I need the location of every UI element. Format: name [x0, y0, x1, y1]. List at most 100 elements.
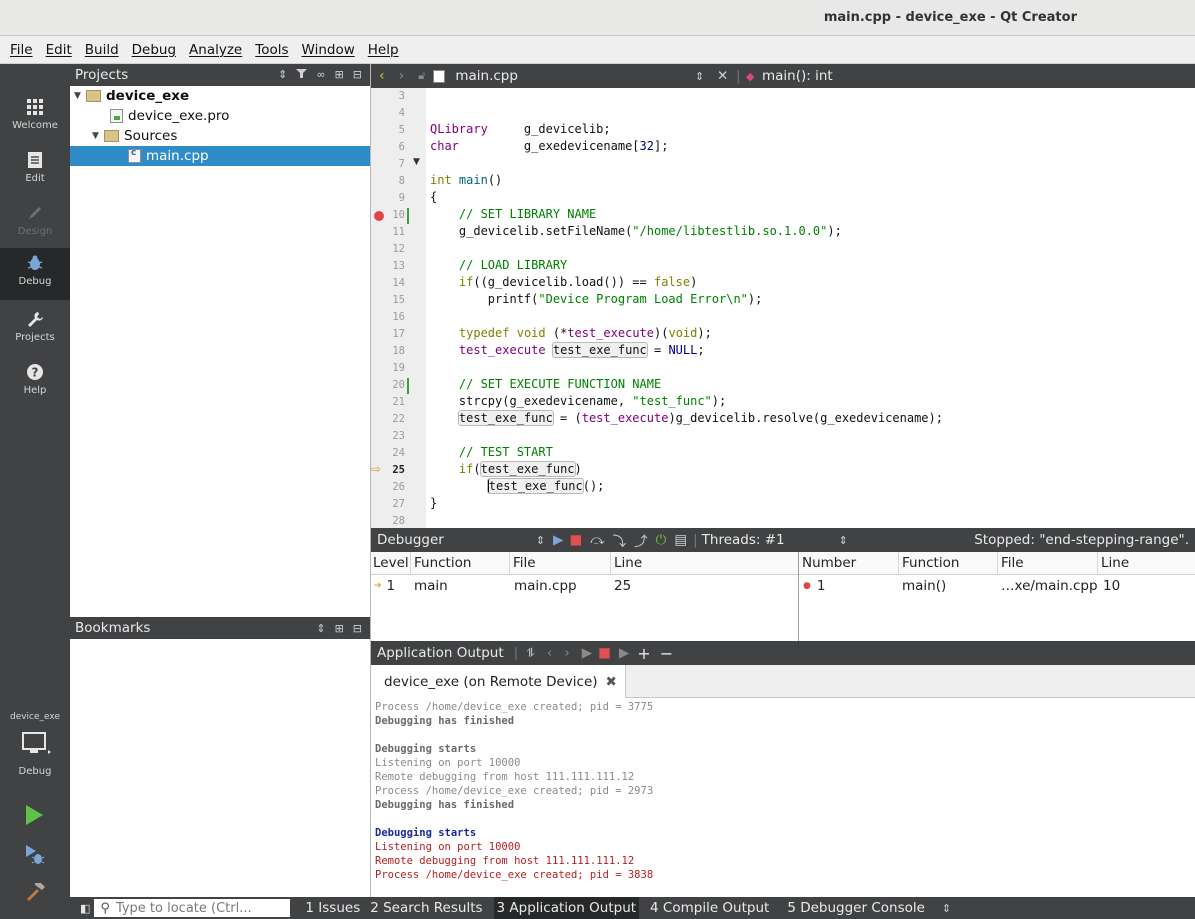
breakpoint-marker-icon[interactable]: [374, 211, 384, 221]
split-icon[interactable]: ⊞: [335, 622, 344, 635]
line-number[interactable]: 7: [371, 158, 405, 170]
col-number[interactable]: Number: [799, 552, 899, 574]
breakpoint-row[interactable]: ● 1 main() …xe/main.cpp 10: [799, 575, 1195, 597]
updown-arrows-icon[interactable]: ⇕: [942, 902, 951, 915]
mode-projects[interactable]: Projects: [0, 304, 70, 356]
continue-debug-icon[interactable]: ▶︎: [553, 532, 563, 548]
menu-edit[interactable]: Edit: [46, 42, 72, 58]
line-number[interactable]: 24: [371, 447, 405, 459]
mode-design[interactable]: Design: [0, 198, 70, 250]
toggle-sidebar-icon[interactable]: ◧: [80, 902, 90, 915]
col-function[interactable]: Function: [899, 552, 998, 574]
line-number[interactable]: 20: [371, 379, 405, 391]
locator-input[interactable]: ⚲ Type to locate (Ctrl...: [94, 899, 291, 917]
line-number[interactable]: 6: [371, 141, 405, 153]
expand-arrow-icon[interactable]: ▼: [74, 91, 86, 101]
col-function[interactable]: Function: [411, 552, 510, 574]
line-number[interactable]: 27: [371, 498, 405, 510]
attach-icon[interactable]: ⥮: [526, 646, 535, 661]
line-number[interactable]: 5: [371, 124, 405, 136]
menu-window[interactable]: Window: [302, 42, 355, 58]
code-line[interactable]: strcpy(g_exedevicename, "test_func");: [430, 394, 726, 408]
menu-debug[interactable]: Debug: [132, 42, 176, 58]
run-icon[interactable]: [24, 804, 44, 830]
updown-arrows-icon[interactable]: ⇕: [316, 622, 325, 635]
line-number[interactable]: 14: [371, 277, 405, 289]
menu-help[interactable]: Help: [368, 42, 399, 58]
forward-arrow-icon[interactable]: ›: [399, 68, 405, 84]
output-tab[interactable]: device_exe (on Remote Device) ✖: [371, 665, 626, 698]
code-line[interactable]: if(test_exe_func): [430, 461, 582, 477]
code-line[interactable]: {: [430, 190, 437, 204]
prev-output-icon[interactable]: ‹: [547, 645, 552, 661]
step-over-icon[interactable]: ⤼: [590, 532, 604, 548]
monitor-icon[interactable]: [22, 732, 52, 762]
filter-icon[interactable]: [296, 68, 308, 82]
expand-arrow-icon[interactable]: ▼: [92, 131, 104, 141]
col-file[interactable]: File: [998, 552, 1098, 574]
line-number[interactable]: 12: [371, 243, 405, 255]
line-number-gutter[interactable]: 3 4 5 6 7 ▼ 8 9 10 11 12 13 14 15 16 17 18 19 20 21 22 23 24 25…: [371, 88, 426, 528]
line-number[interactable]: 21: [371, 396, 405, 408]
line-number[interactable]: 13: [371, 260, 405, 272]
tab-compile-output[interactable]: 4 Compile Output: [647, 897, 772, 919]
editor-file-name[interactable]: main.cpp: [455, 68, 518, 84]
code-line[interactable]: // LOAD LIBRARY: [430, 258, 567, 272]
close-tab-icon[interactable]: ✖: [606, 674, 617, 690]
mode-debug[interactable]: Debug: [0, 248, 70, 300]
tree-item-sources[interactable]: ▼ Sources: [70, 126, 370, 146]
line-number[interactable]: 8: [371, 175, 405, 187]
line-number[interactable]: 28: [371, 515, 405, 527]
tree-item-main-cpp[interactable]: main.cpp: [70, 146, 370, 166]
output-text[interactable]: Process /home/device_exe created; pid = …: [371, 698, 1195, 882]
col-line[interactable]: Line: [1098, 552, 1195, 574]
line-number[interactable]: 22: [371, 413, 405, 425]
mode-welcome[interactable]: Welcome: [0, 92, 70, 144]
code-line[interactable]: // TEST START: [430, 445, 553, 459]
code-line[interactable]: if((g_devicelib.load()) == false): [430, 275, 697, 289]
line-number[interactable]: 11: [371, 226, 405, 238]
stop-debug-icon[interactable]: ■: [569, 532, 582, 548]
tree-item-project[interactable]: ▼ device_exe: [70, 86, 370, 106]
instruction-mode-icon[interactable]: ▤: [674, 532, 687, 548]
line-number[interactable]: 18: [371, 345, 405, 357]
tab-issues[interactable]: 1 Issues: [302, 897, 363, 919]
updown-arrows-icon[interactable]: ⇕: [278, 68, 287, 82]
tree-item-pro-file[interactable]: device_exe.pro: [70, 106, 370, 126]
close-pane-icon[interactable]: ⊟: [353, 622, 362, 635]
line-number[interactable]: 4: [371, 107, 405, 119]
step-into-icon[interactable]: ⤵: [613, 530, 627, 550]
debug-output-icon[interactable]: ▶︎: [619, 645, 629, 661]
mode-edit[interactable]: Edit: [0, 145, 70, 197]
code-line[interactable]: g_devicelib.setFileName("/home/libtestli…: [430, 224, 842, 238]
code-line[interactable]: QLibrary g_devicelib;: [430, 122, 611, 136]
line-number[interactable]: 19: [371, 362, 405, 374]
step-out-icon[interactable]: ⤴: [634, 530, 648, 550]
line-number[interactable]: 26: [371, 481, 405, 493]
close-pane-icon[interactable]: ⊟: [353, 68, 362, 82]
next-output-icon[interactable]: ›: [564, 645, 569, 661]
split-icon[interactable]: ⊞: [335, 68, 344, 82]
line-number[interactable]: 15: [371, 294, 405, 306]
link-icon[interactable]: ∞: [316, 68, 325, 82]
code-line[interactable]: test_execute test_exe_func = NULL;: [430, 342, 705, 358]
stop-output-icon[interactable]: ■: [598, 645, 611, 661]
code-line[interactable]: int main(): [430, 173, 502, 187]
zoom-in-icon[interactable]: +: [637, 644, 650, 663]
mode-help[interactable]: ? Help: [0, 357, 70, 409]
code-line[interactable]: typedef void (*test_execute)(void);: [430, 326, 712, 340]
debug-run-icon[interactable]: [24, 844, 46, 870]
close-editor-icon[interactable]: ✕: [717, 68, 728, 84]
tab-application-output[interactable]: 3 Application Output: [493, 897, 640, 919]
code-line[interactable]: test_exe_func = (test_execute)g_deviceli…: [430, 410, 943, 426]
menu-tools[interactable]: Tools: [255, 42, 288, 58]
code-area[interactable]: QLibrary g_devicelib;char g_exedevicenam…: [426, 88, 1195, 528]
updown-arrows-icon[interactable]: ⇕: [536, 534, 545, 547]
tab-debugger-console[interactable]: 5 Debugger Console: [784, 897, 928, 919]
code-line[interactable]: test_exe_func();: [430, 478, 604, 494]
updown-arrows-icon[interactable]: ⇕: [839, 534, 848, 547]
code-line[interactable]: char g_exedevicename[32];: [430, 139, 668, 153]
code-line[interactable]: }: [430, 496, 437, 510]
menu-analyze[interactable]: Analyze: [189, 42, 242, 58]
col-level[interactable]: Level: [371, 552, 411, 574]
